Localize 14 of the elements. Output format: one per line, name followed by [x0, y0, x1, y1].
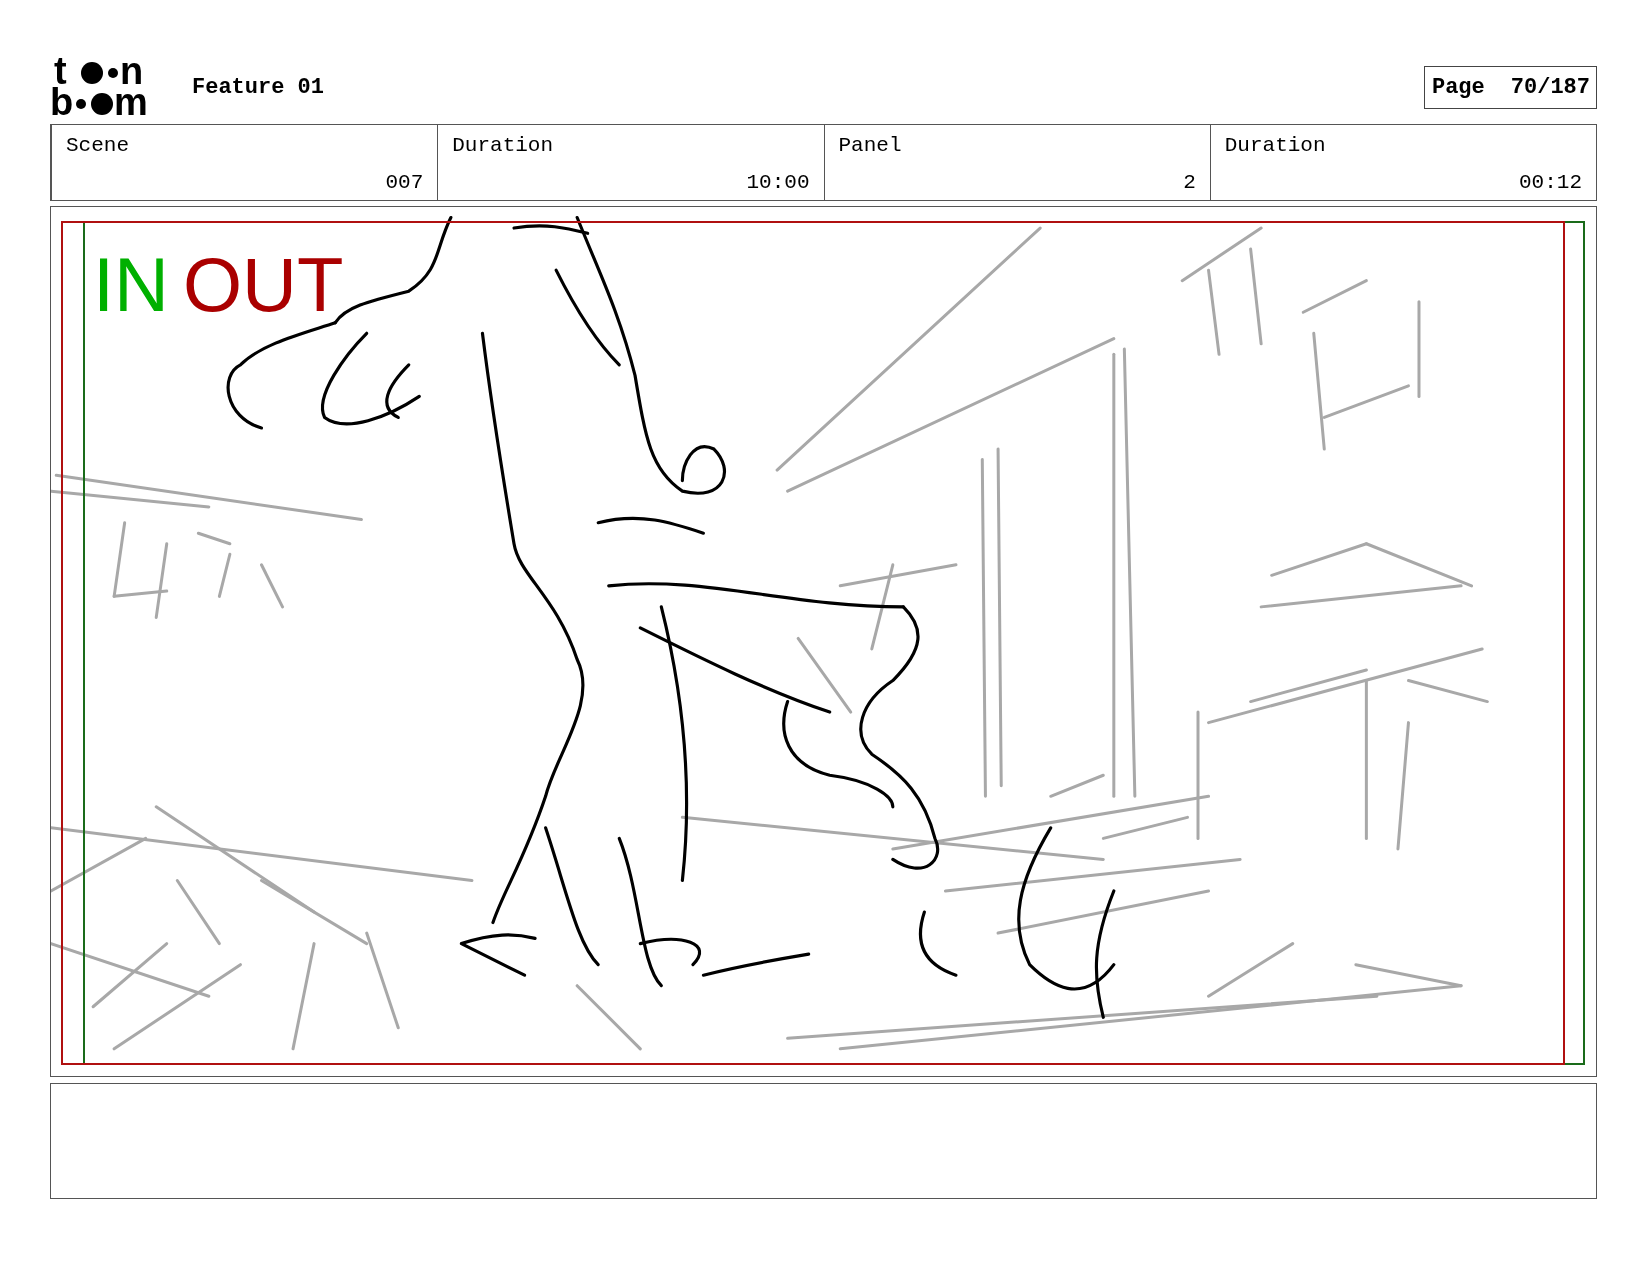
field-label: Panel: [838, 134, 903, 157]
field-label: Scene: [66, 134, 130, 157]
page-label: Page: [1431, 74, 1485, 100]
project-title: Feature 01: [192, 74, 325, 100]
field-value: 10:00: [746, 171, 810, 194]
out-marker: OUT: [183, 247, 344, 323]
in-marker: IN: [93, 247, 169, 323]
logo: t n b m: [50, 56, 148, 118]
field-label: Duration: [1224, 134, 1327, 157]
field-label: Duration: [452, 134, 555, 157]
field-value: 00:12: [1519, 171, 1582, 194]
field-value: 007: [385, 171, 424, 194]
field-value: 2: [1183, 171, 1196, 194]
page-number: 70/187: [1510, 74, 1590, 100]
